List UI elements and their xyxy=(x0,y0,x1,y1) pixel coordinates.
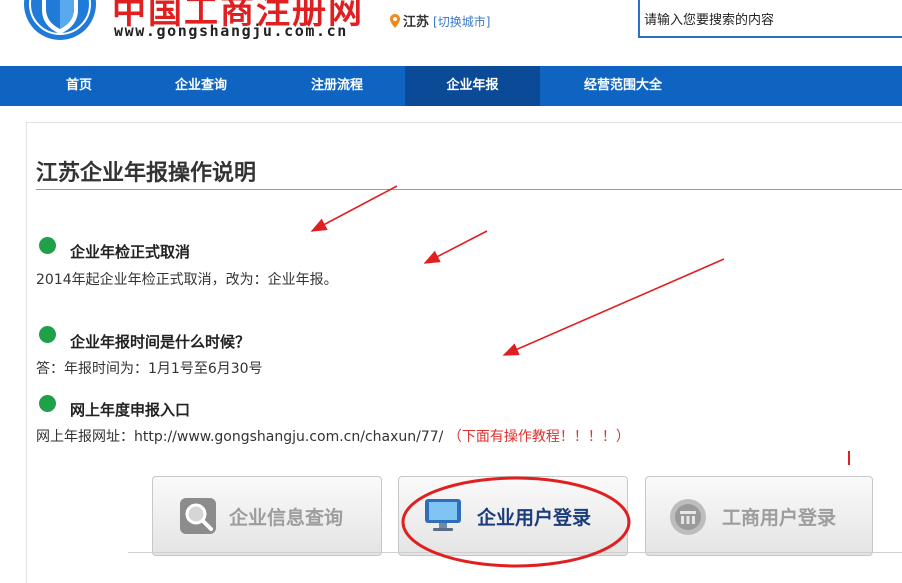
logo-emblem-icon xyxy=(24,0,96,40)
title-divider xyxy=(36,189,902,190)
enterprise-user-login-label: 企业用户登录 xyxy=(477,507,592,529)
bullet-dot-icon xyxy=(39,326,56,343)
nav-business-scope[interactable]: 经营范围大全 xyxy=(566,66,680,106)
section-title: 网上年度申报入口 xyxy=(70,401,191,419)
bullet-dot-icon xyxy=(39,237,56,254)
logo-url: www.gongshangju.com.cn xyxy=(114,22,348,40)
nav-registration-process[interactable]: 注册流程 xyxy=(294,66,380,106)
section-body: 网上年报网址：http://www.gongshangju.com.cn/cha… xyxy=(36,426,630,446)
emblem-icon xyxy=(670,499,706,535)
nav-annual-report[interactable]: 企业年报 xyxy=(405,66,540,106)
section-body: 答：年报时间为：1月1号至6月30号 xyxy=(36,361,263,377)
magnifier-icon xyxy=(180,498,216,534)
section-title: 企业年报时间是什么时候？ xyxy=(70,333,251,351)
aic-user-login-label: 工商用户登录 xyxy=(722,507,837,529)
main-nav: 首页 企业查询 注册流程 企业年报 经营范围大全 xyxy=(0,66,902,106)
nav-home[interactable]: 首页 xyxy=(40,66,118,106)
switch-city-link[interactable]: [切换城市] xyxy=(433,15,490,29)
city-selector: 江苏 [切换城市] xyxy=(390,11,490,30)
enterprise-user-login-button[interactable]: 企业用户登录 xyxy=(398,476,628,556)
nav-company-search[interactable]: 企业查询 xyxy=(158,66,244,106)
tutorial-note: （下面有操作教程！！！！） xyxy=(447,429,630,445)
section-body: 2014年起企业年检正式取消，改为：企业年报。 xyxy=(36,272,338,288)
company-info-search-button[interactable]: 企业信息查询 xyxy=(152,476,382,556)
monitor-icon xyxy=(425,499,461,531)
red-mark xyxy=(848,451,850,465)
search-box xyxy=(638,0,902,38)
annual-report-url-link[interactable]: 网上年报网址：http://www.gongshangju.com.cn/cha… xyxy=(36,429,443,445)
aic-user-login-button[interactable]: 工商用户登录 xyxy=(645,476,873,556)
location-pin-icon xyxy=(390,14,400,28)
bullet-dot-icon xyxy=(39,395,56,412)
buttons-baseline xyxy=(128,552,902,553)
section-title: 企业年检正式取消 xyxy=(70,243,191,261)
company-info-search-label: 企业信息查询 xyxy=(229,507,344,529)
search-input[interactable] xyxy=(640,0,902,36)
page-title: 江苏企业年报操作说明 xyxy=(36,161,257,186)
current-city: 江苏 xyxy=(403,15,430,30)
